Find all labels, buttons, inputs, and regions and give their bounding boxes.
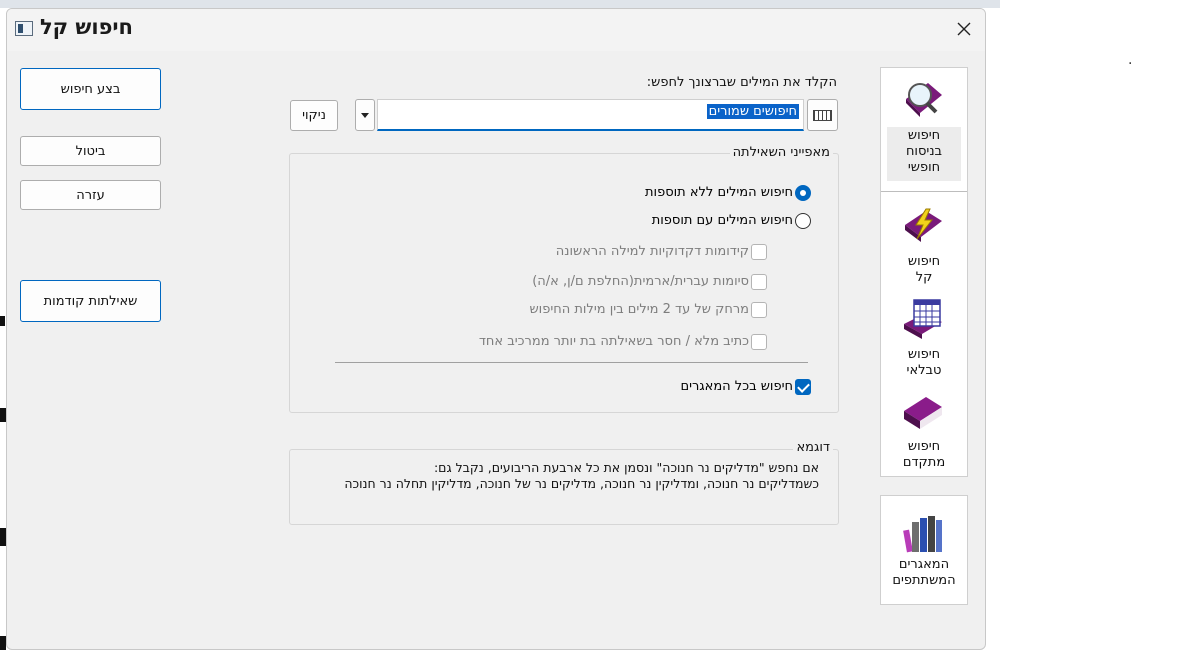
checkbox-all-databases-label[interactable]: חיפוש בכל המאגרים <box>680 379 793 394</box>
background-dot: . <box>1128 52 1133 68</box>
radio-with-additions-label[interactable]: חיפוש המילים עם תוספות <box>652 213 793 228</box>
search-input-value: חיפושים שמורים <box>706 104 799 119</box>
close-icon <box>957 22 971 36</box>
table-book-icon <box>904 299 942 339</box>
search-prompt-label: הקלד את המילים שברצונך לחפש: <box>646 75 837 90</box>
checkbox-word-distance-label: מרחק של עד 2 מילים בין מילות החיפוש <box>529 302 749 317</box>
keyboard-icon <box>813 110 832 121</box>
app-icon <box>15 21 33 36</box>
nav-easy-line-2: קל <box>915 270 933 285</box>
search-input[interactable]: חיפושים שמורים <box>377 99 804 131</box>
example-line-1: אם נחפש "מדליקים נר חנוכה" ונסמן את כל א… <box>433 460 819 475</box>
checkbox-word-distance[interactable] <box>751 302 767 318</box>
book-icon <box>904 397 942 429</box>
example-title: דוגמא <box>793 440 833 455</box>
clear-button[interactable]: ניקוי <box>290 100 338 131</box>
radio-without-additions-label[interactable]: חיפוש המילים ללא תוספות <box>645 185 793 200</box>
radio-without-additions[interactable] <box>795 185 811 201</box>
nav-divider <box>881 191 967 192</box>
checkbox-all-databases[interactable] <box>795 379 811 395</box>
lightning-book-icon <box>905 208 942 242</box>
checkbox-prefixes[interactable] <box>751 244 767 260</box>
help-button[interactable]: עזרה <box>20 180 161 210</box>
nav-table-line-1: חיפוש <box>907 347 941 362</box>
nav-table-line-2: טבלאי <box>906 363 942 378</box>
previous-queries-button[interactable]: שאילתות קודמות <box>20 280 161 322</box>
virtual-keyboard-button[interactable] <box>807 99 838 131</box>
group-divider <box>335 362 808 363</box>
title-bar: חיפוש קל <box>7 9 985 51</box>
cancel-button[interactable]: ביטול <box>20 136 161 166</box>
easy-search-dialog: חיפוש קל בצע חיפוש ביטול עזרה שאילתות קו… <box>6 8 986 650</box>
checkbox-suffixes[interactable] <box>751 274 767 290</box>
nav-shared-line-1: המאגרים <box>898 557 950 572</box>
background-text-fragment <box>0 316 5 326</box>
nav-table-search[interactable]: חיפוש טבלאי <box>887 347 961 379</box>
radio-with-additions[interactable] <box>795 213 811 229</box>
nav-free-phrasing-search[interactable]: חיפוש בניסוח חופשי <box>887 127 961 181</box>
checkbox-spelling[interactable] <box>751 334 767 350</box>
nav-shared-line-2: המשתתפים <box>892 573 956 588</box>
nav-free-line-1: חיפוש <box>907 128 941 143</box>
query-properties-title: מאפייני השאילתה <box>729 145 833 160</box>
nav-easy-line-1: חיפוש <box>907 254 941 269</box>
nav-advanced-line-2: מתקדם <box>902 455 946 470</box>
checkbox-spelling-label: כתיב מלא / חסר בשאילתה בת יותר ממרכיב אח… <box>478 334 749 349</box>
bookshelf-icon <box>903 516 942 553</box>
window-title: חיפוש קל <box>39 15 133 39</box>
nav-free-line-2: בניסוח <box>905 144 943 159</box>
example-line-2: כשמדליקים נר חנוכה, ומדליקין נר חנוכה, מ… <box>344 476 819 491</box>
magnifier-book-icon <box>906 83 942 117</box>
close-button[interactable] <box>953 19 975 41</box>
nav-easy-search[interactable]: חיפוש קל <box>887 254 961 286</box>
nav-advanced-line-1: חיפוש <box>907 439 941 454</box>
nav-advanced-search[interactable]: חיפוש מתקדם <box>887 439 961 471</box>
checkbox-prefixes-label: קידומות דקדוקיות למילה הראשונה <box>555 244 749 259</box>
run-search-button[interactable]: בצע חיפוש <box>20 68 161 110</box>
checkbox-suffixes-label: סיומות עברית/ארמית(החלפת ם/ן, א/ה) <box>532 274 749 289</box>
search-history-dropdown[interactable] <box>355 99 375 131</box>
background-window-edge <box>0 0 1000 8</box>
nav-free-line-3: חופשי <box>907 160 941 175</box>
nav-shared-databases[interactable]: המאגרים המשתתפים <box>887 557 961 589</box>
